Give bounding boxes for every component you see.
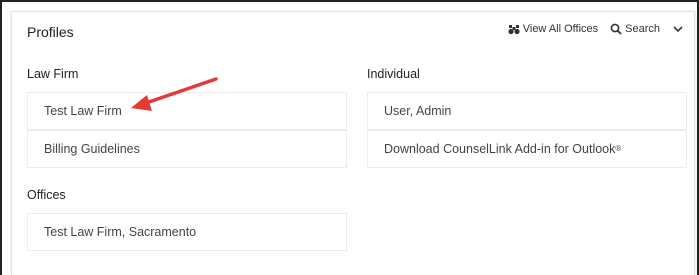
- law-firm-item-billing-guidelines[interactable]: Billing Guidelines: [27, 130, 347, 168]
- binoculars-icon: [508, 24, 520, 35]
- collapse-button[interactable]: [672, 24, 684, 34]
- offices-item-label: Test Law Firm, Sacramento: [44, 225, 197, 239]
- chevron-down-icon: [672, 24, 684, 34]
- law-firm-item-label: Billing Guidelines: [44, 142, 140, 156]
- view-all-offices-label: View All Offices: [522, 23, 599, 35]
- individual-item-user-admin[interactable]: User, Admin: [367, 92, 687, 130]
- individual-heading: Individual: [367, 67, 420, 81]
- law-firm-item-test-law-firm[interactable]: Test Law Firm: [27, 92, 347, 130]
- profiles-card: Profiles View All Offices Search Law Fir…: [11, 11, 695, 275]
- law-firm-item-label: Test Law Firm: [44, 104, 122, 118]
- offices-heading: Offices: [27, 188, 66, 202]
- search-button[interactable]: Search: [610, 23, 660, 35]
- card-header: Profiles View All Offices Search: [12, 12, 694, 52]
- individual-item-download-counsellink-addin[interactable]: Download CounselLink Add-in for Outlook ®: [367, 130, 687, 168]
- offices-item-test-law-firm-sacramento[interactable]: Test Law Firm, Sacramento: [27, 213, 347, 251]
- search-icon: [610, 23, 622, 35]
- individual-item-label: Download CounselLink Add-in for Outlook: [384, 142, 616, 156]
- header-actions: View All Offices Search: [508, 23, 684, 35]
- card-title: Profiles: [27, 24, 74, 40]
- view-all-offices-button[interactable]: View All Offices: [508, 23, 598, 35]
- law-firm-heading: Law Firm: [27, 67, 79, 81]
- individual-item-label: User, Admin: [384, 104, 452, 118]
- search-label: Search: [625, 23, 660, 35]
